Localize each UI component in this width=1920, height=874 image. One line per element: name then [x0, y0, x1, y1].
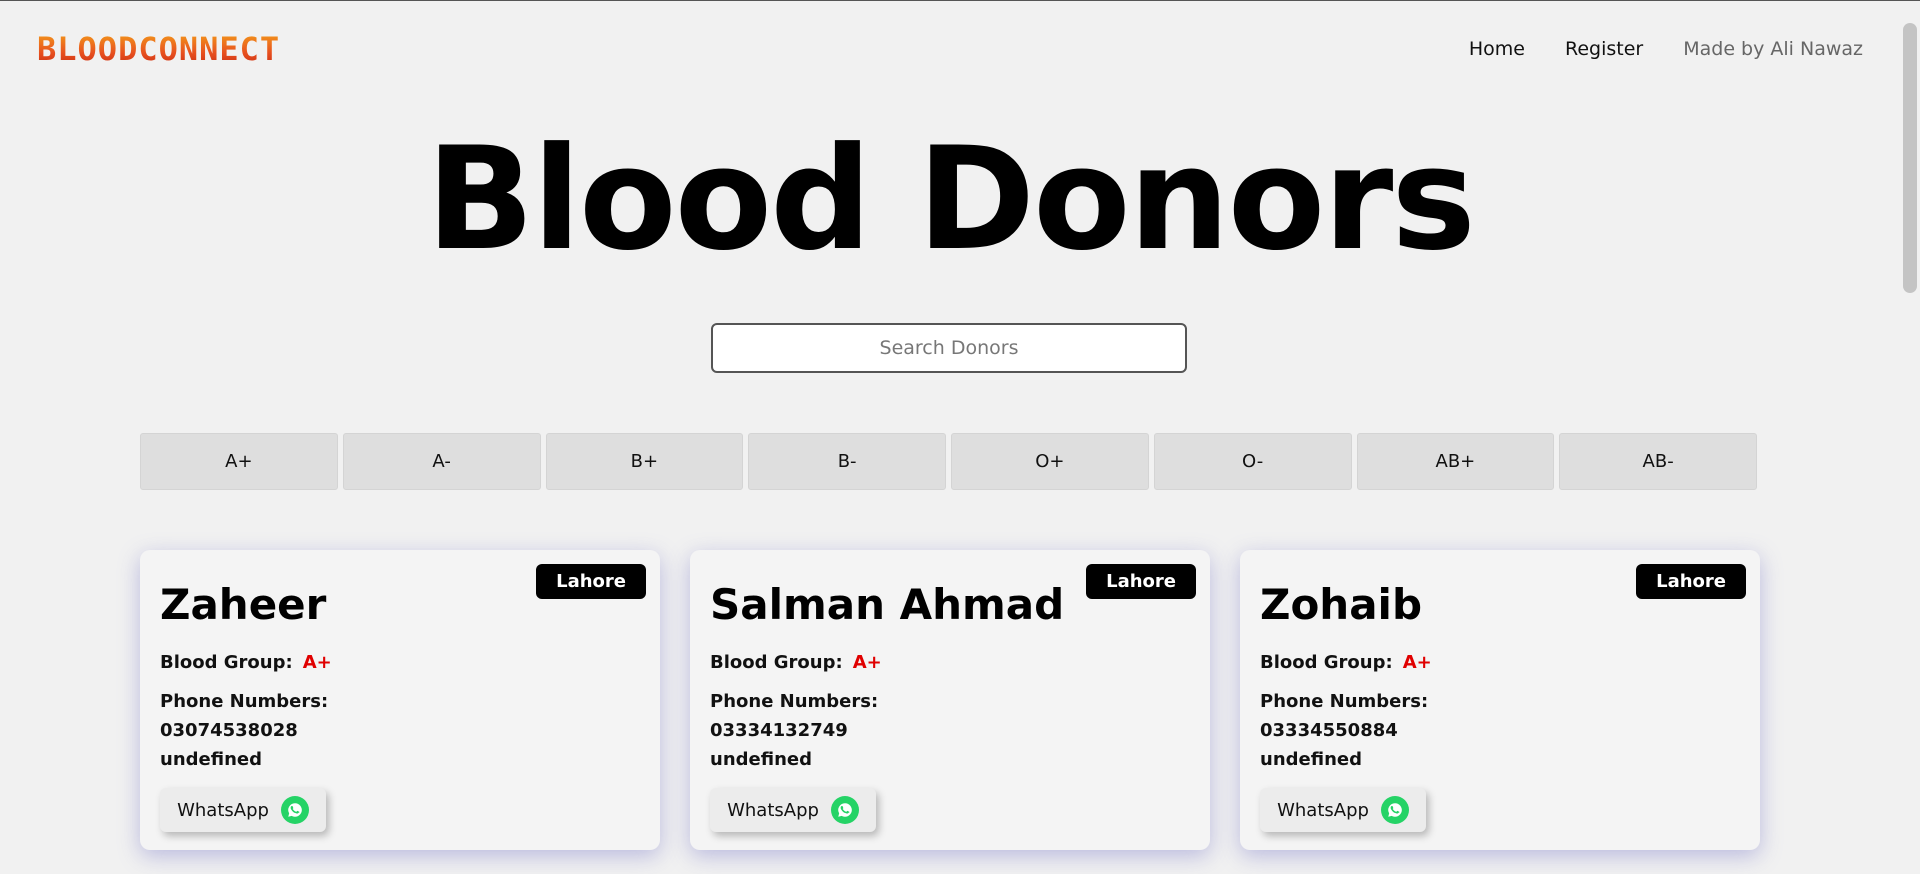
whatsapp-label: WhatsApp: [727, 799, 819, 821]
logo[interactable]: BLOODCONNECT: [37, 30, 280, 68]
donor-card: Lahore Zohaib Blood Group: A+ Phone Numb…: [1240, 550, 1760, 850]
blood-group-label: Blood Group:: [710, 652, 843, 674]
nav-link-home[interactable]: Home: [1469, 38, 1525, 60]
phone-number: undefined: [1260, 749, 1362, 771]
filter-b-neg[interactable]: B-: [748, 433, 946, 490]
page-title: Blood Donors: [426, 117, 1476, 282]
filter-o-neg[interactable]: O-: [1153, 433, 1352, 490]
scrollbar-thumb[interactable]: [1903, 23, 1917, 293]
filter-a-neg[interactable]: A-: [342, 433, 541, 490]
city-badge: Lahore: [1636, 564, 1746, 599]
blood-group-value: A+: [302, 652, 332, 674]
nav-links: Home Register Made by Ali Nawaz: [1469, 38, 1863, 60]
donor-cards: Lahore Zaheer Blood Group: A+ Phone Numb…: [140, 550, 1760, 850]
page-scrollbar[interactable]: [1900, 1, 1920, 874]
whatsapp-icon: [830, 796, 859, 824]
whatsapp-button[interactable]: WhatsApp: [710, 788, 876, 832]
blood-group-row: Blood Group: A+: [1260, 652, 1740, 673]
phone-number: undefined: [710, 749, 812, 771]
nav-link-register[interactable]: Register: [1565, 38, 1643, 60]
phone-number: undefined: [160, 749, 262, 771]
phone-label: Phone Numbers:: [710, 691, 879, 713]
city-badge: Lahore: [1086, 564, 1196, 599]
whatsapp-label: WhatsApp: [177, 799, 269, 821]
navbar: BLOODCONNECT Home Register Made by Ali N…: [0, 1, 1900, 97]
filter-o-pos[interactable]: O+: [951, 433, 1149, 490]
nav-credit[interactable]: Made by Ali Nawaz: [1683, 38, 1863, 60]
whatsapp-button[interactable]: WhatsApp: [1260, 788, 1426, 832]
whatsapp-icon: [280, 796, 309, 824]
blood-group-row: Blood Group: A+: [160, 652, 640, 673]
blood-group-filters: A+ A- B+ B- O+ O- AB+ AB-: [140, 433, 1757, 490]
blood-group-value: A+: [1402, 652, 1432, 674]
blood-group-value: A+: [852, 652, 882, 674]
whatsapp-button[interactable]: WhatsApp: [160, 788, 326, 832]
blood-group-label: Blood Group:: [1260, 652, 1393, 674]
search-input[interactable]: [711, 323, 1187, 373]
filter-ab-pos[interactable]: AB+: [1356, 433, 1555, 490]
phone-label: Phone Numbers:: [1260, 691, 1429, 713]
phone-number: 03334132749: [710, 720, 848, 742]
donor-card: Lahore Zaheer Blood Group: A+ Phone Numb…: [140, 550, 660, 850]
filter-a-pos[interactable]: A+: [140, 433, 338, 490]
phone-number: 03074538028: [160, 720, 298, 742]
whatsapp-label: WhatsApp: [1277, 799, 1369, 821]
filter-ab-neg[interactable]: AB-: [1559, 433, 1757, 490]
whatsapp-icon: [1380, 796, 1409, 824]
phone-number: 03334550884: [1260, 720, 1398, 742]
blood-group-label: Blood Group:: [160, 652, 293, 674]
phone-label: Phone Numbers:: [160, 691, 329, 713]
city-badge: Lahore: [536, 564, 646, 599]
filter-b-pos[interactable]: B+: [545, 433, 744, 490]
blood-group-row: Blood Group: A+: [710, 652, 1190, 673]
donor-card: Lahore Salman Ahmad Blood Group: A+ Phon…: [690, 550, 1210, 850]
